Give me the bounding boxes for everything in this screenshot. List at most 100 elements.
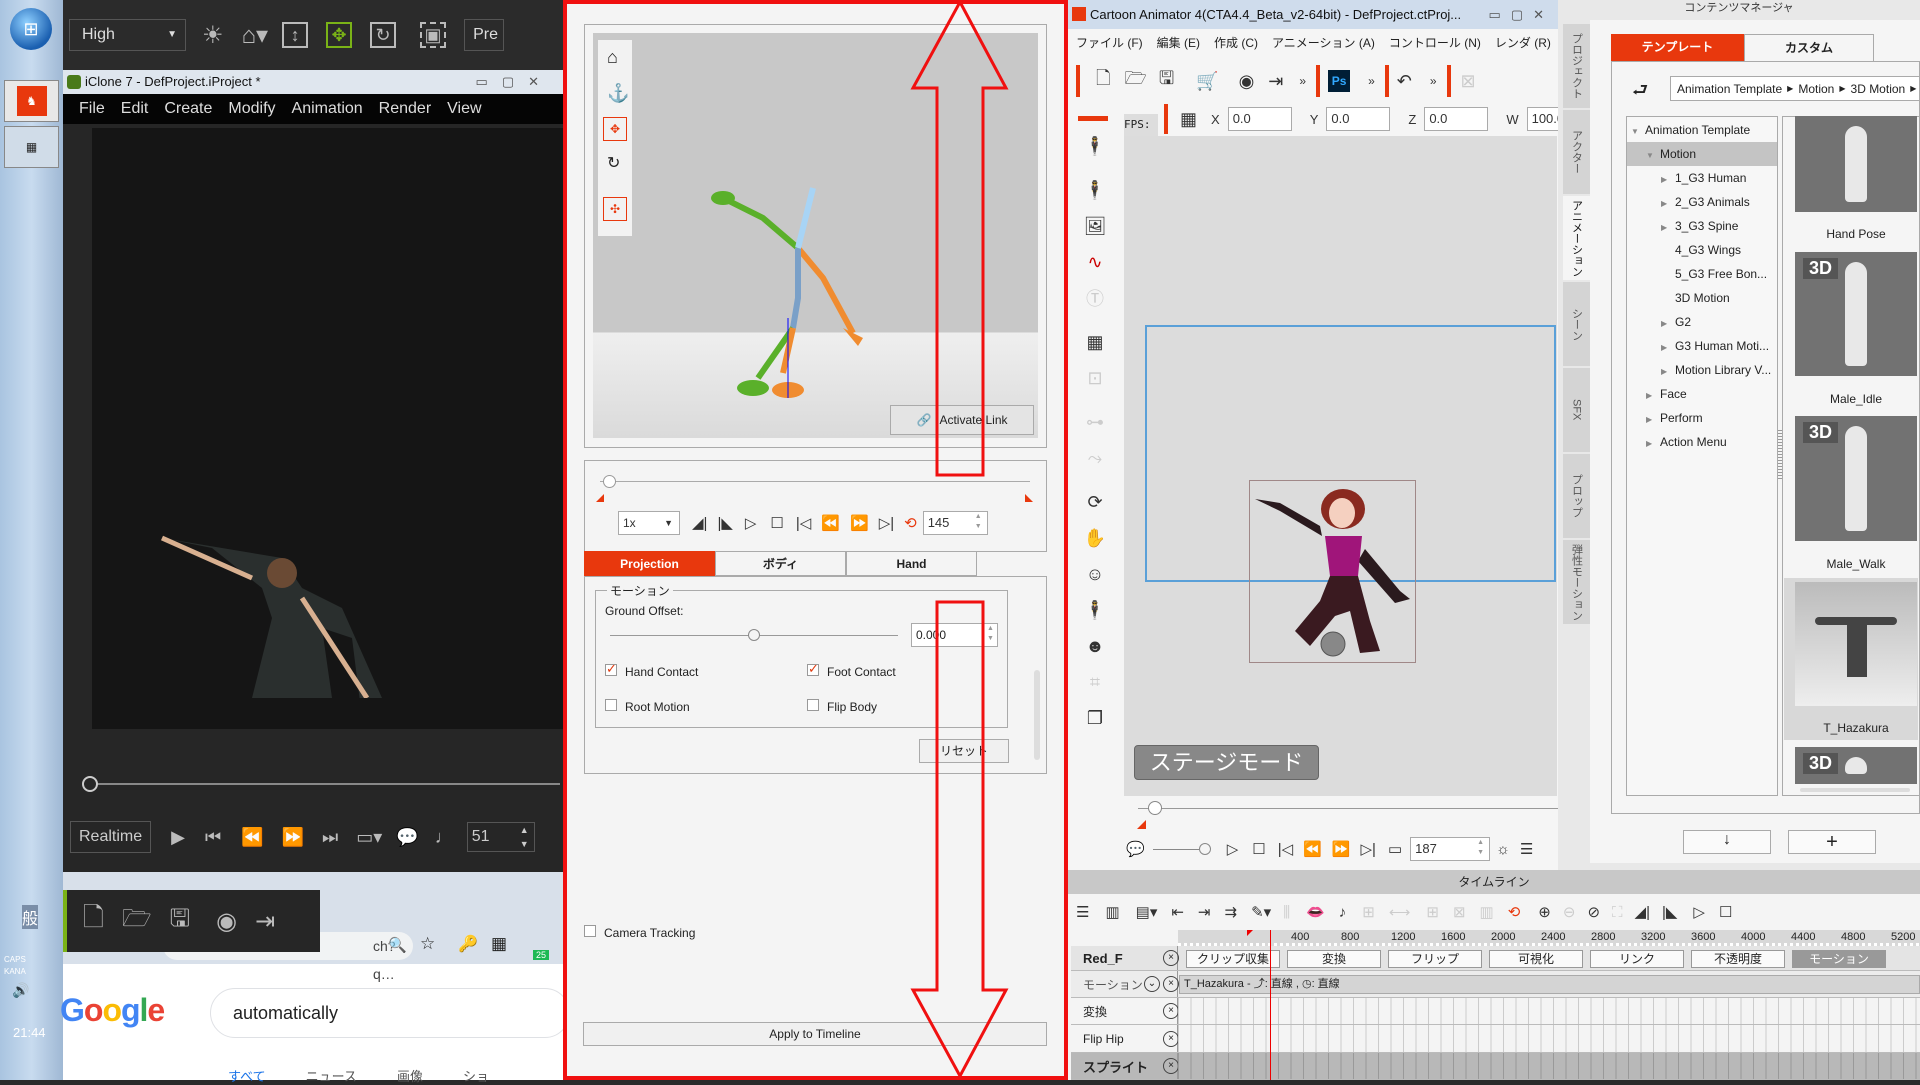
caret-right-icon[interactable]: ▶ bbox=[1661, 336, 1675, 360]
home-view-icon[interactable]: ⌂ bbox=[607, 47, 618, 68]
quality-dropdown[interactable]: High ▼ bbox=[69, 19, 186, 51]
tree-item[interactable]: ▶ 2_G3 Animals bbox=[1661, 190, 1750, 214]
caret-down-icon[interactable]: ▼ bbox=[1631, 120, 1645, 144]
more-icon[interactable]: » bbox=[1299, 74, 1306, 88]
iclone-frame-input[interactable]: 51 ▲ ▼ bbox=[466, 822, 535, 852]
go-start-icon[interactable]: |◁ bbox=[796, 514, 811, 532]
go-end-icon[interactable]: ⏭ bbox=[322, 827, 338, 848]
light-icon[interactable]: ☀ bbox=[202, 21, 224, 50]
motion-clip[interactable]: T_Hazakura - ⤴: 直線 , ◷: 直線 bbox=[1179, 975, 1920, 994]
track-list-icon[interactable]: ☰ bbox=[1076, 903, 1089, 921]
caret-right-icon[interactable]: ▶ bbox=[1661, 312, 1675, 336]
volume-icon[interactable]: 🔊 bbox=[12, 982, 29, 999]
bookmark-star-icon[interactable]: ☆ bbox=[420, 934, 435, 954]
stepper-icon[interactable]: ▲ ▼ bbox=[1477, 838, 1489, 858]
export-icon[interactable]: ⇥ bbox=[255, 907, 275, 936]
track-type-button[interactable]: 変換 bbox=[1287, 950, 1381, 968]
side-tab[interactable]: アニメーション bbox=[1563, 196, 1590, 280]
side-tab[interactable]: プロジェクト bbox=[1563, 24, 1590, 108]
tree-item[interactable]: ▶ Motion Library V... bbox=[1661, 358, 1771, 382]
mocap-frame-input[interactable]: 145 ▲ ▼ bbox=[922, 511, 988, 535]
flip-rotate-icon[interactable]: ⟳ bbox=[1073, 484, 1117, 520]
menu-create[interactable]: Create bbox=[164, 100, 212, 118]
loop-icon[interactable]: ▭ bbox=[1388, 840, 1402, 858]
track-type-button[interactable]: モーション bbox=[1792, 950, 1886, 968]
thumbnail-scrollbar[interactable] bbox=[1800, 788, 1910, 792]
tree-item[interactable]: 5_G3 Free Bon... bbox=[1661, 262, 1767, 286]
menu-control[interactable]: コントロール (N) bbox=[1389, 34, 1481, 51]
select-icon[interactable]: ⌗ bbox=[1073, 664, 1117, 700]
menu-modify[interactable]: Modify bbox=[228, 100, 275, 118]
track-type-button[interactable]: フリップ bbox=[1388, 950, 1482, 968]
window-controls[interactable]: ▭▢✕ bbox=[1489, 0, 1554, 29]
tree-item[interactable]: 4_G3 Wings bbox=[1661, 238, 1741, 262]
menu-animation[interactable]: アニメーション (A) bbox=[1272, 34, 1375, 51]
save-icon[interactable]: 🖫 bbox=[170, 901, 190, 942]
menu-file[interactable]: ファイル (F) bbox=[1076, 34, 1143, 51]
go-end-icon[interactable]: ▷| bbox=[879, 514, 894, 532]
motion-puppet-icon[interactable]: 🕴 bbox=[1073, 592, 1117, 628]
close-track-icon[interactable]: × bbox=[1163, 1058, 1179, 1074]
volume-slider[interactable] bbox=[1152, 848, 1199, 850]
breadcrumb-item[interactable]: Motion bbox=[1798, 82, 1834, 96]
stop-icon[interactable]: ☐ bbox=[1252, 840, 1265, 858]
cta-slider[interactable] bbox=[1138, 808, 1558, 809]
tab-shopping[interactable]: ショ bbox=[463, 1066, 489, 1085]
z-input[interactable]: 0.0 bbox=[1424, 107, 1489, 131]
iclone-3d-viewport[interactable] bbox=[92, 128, 563, 729]
orbit-icon[interactable]: ↻ bbox=[370, 22, 397, 48]
prev-frame-icon[interactable]: ⏪ bbox=[1303, 840, 1322, 858]
side-tab[interactable]: SFX bbox=[1563, 368, 1590, 452]
loop-icon[interactable]: ▭▾ bbox=[356, 827, 382, 848]
hand-contact-checkbox[interactable]: Hand Contact bbox=[605, 661, 698, 679]
caret-right-icon[interactable]: ▶ bbox=[1661, 192, 1675, 216]
character-selection-box[interactable] bbox=[1249, 480, 1416, 663]
playback-slider[interactable] bbox=[600, 481, 1030, 482]
path-icon[interactable]: ⤳ bbox=[1073, 440, 1117, 476]
track-grid[interactable] bbox=[1178, 1053, 1920, 1079]
tab-ボディ[interactable]: ボディ bbox=[715, 551, 846, 576]
menu-view[interactable]: View bbox=[447, 100, 481, 118]
extension-badge[interactable]: 25 bbox=[533, 950, 550, 960]
key-extension-icon[interactable]: 🔑 bbox=[458, 934, 478, 954]
settings-sun-icon[interactable]: ☼ bbox=[1496, 841, 1510, 858]
tab-all[interactable]: すべて bbox=[228, 1066, 266, 1085]
move-icon[interactable]: ✥ bbox=[326, 22, 353, 48]
fit-view-icon[interactable]: ▣ bbox=[420, 22, 447, 48]
menu-render[interactable]: レンダ (R) bbox=[1495, 34, 1551, 51]
stepper-icon[interactable]: ▲ ▼ bbox=[520, 823, 534, 851]
save-icon[interactable]: 🖫 bbox=[1159, 66, 1174, 96]
caret-right-icon[interactable]: ▶ bbox=[1646, 384, 1660, 408]
add-button[interactable]: + bbox=[1788, 830, 1876, 854]
tree-item[interactable]: 3D Motion bbox=[1661, 286, 1730, 310]
music-note-icon[interactable]: ♩ bbox=[435, 827, 453, 848]
tab-hand[interactable]: Hand bbox=[846, 551, 977, 576]
menu-edit[interactable]: Edit bbox=[121, 100, 149, 118]
motion-thumbnail[interactable]: 3D bbox=[1795, 747, 1917, 784]
create-character-icon[interactable]: 🕴 bbox=[1073, 172, 1117, 208]
align-icon[interactable]: ⫼ bbox=[1283, 904, 1290, 921]
caret-down-icon[interactable]: ▼ bbox=[1646, 144, 1660, 168]
go-start-icon[interactable]: ⏮ bbox=[205, 827, 221, 848]
caret-right-icon[interactable]: ▶ bbox=[1646, 432, 1660, 456]
close-track-icon[interactable]: × bbox=[1163, 1003, 1179, 1019]
zoom-icon[interactable]: 🔍 bbox=[388, 936, 407, 954]
move-tool-icon[interactable]: ✥ bbox=[603, 117, 627, 141]
menu-animation[interactable]: Animation bbox=[292, 100, 363, 118]
camera-icon[interactable]: ⊠ bbox=[1461, 71, 1476, 92]
tree-item[interactable]: ▶ Perform bbox=[1646, 406, 1703, 430]
start-button[interactable]: ⊞ bbox=[10, 8, 52, 50]
tree-item[interactable]: ▼ Motion bbox=[1627, 142, 1777, 166]
next-frame-icon[interactable]: ⏩ bbox=[850, 514, 869, 532]
fast-forward-icon[interactable]: ⏩ bbox=[282, 827, 304, 848]
track-type-button[interactable]: 可視化 bbox=[1489, 950, 1583, 968]
loop-icon[interactable]: ⟲ bbox=[904, 514, 917, 532]
anchor-icon[interactable]: ⚓ bbox=[607, 83, 629, 104]
skeleton-viewport[interactable]: ⌂ ⚓ ✥ ↻ ✣ 🔗 Activate Link bbox=[593, 33, 1038, 438]
zoom-in-icon[interactable]: ⊕ bbox=[1538, 903, 1551, 921]
go-start-icon[interactable]: |◁ bbox=[1278, 840, 1293, 858]
caret-right-icon[interactable]: ▶ bbox=[1661, 168, 1675, 192]
preview-icon[interactable]: ◉ bbox=[216, 907, 237, 936]
side-tab[interactable]: プロップ bbox=[1563, 454, 1590, 538]
y-input[interactable]: 0.0 bbox=[1326, 107, 1391, 131]
